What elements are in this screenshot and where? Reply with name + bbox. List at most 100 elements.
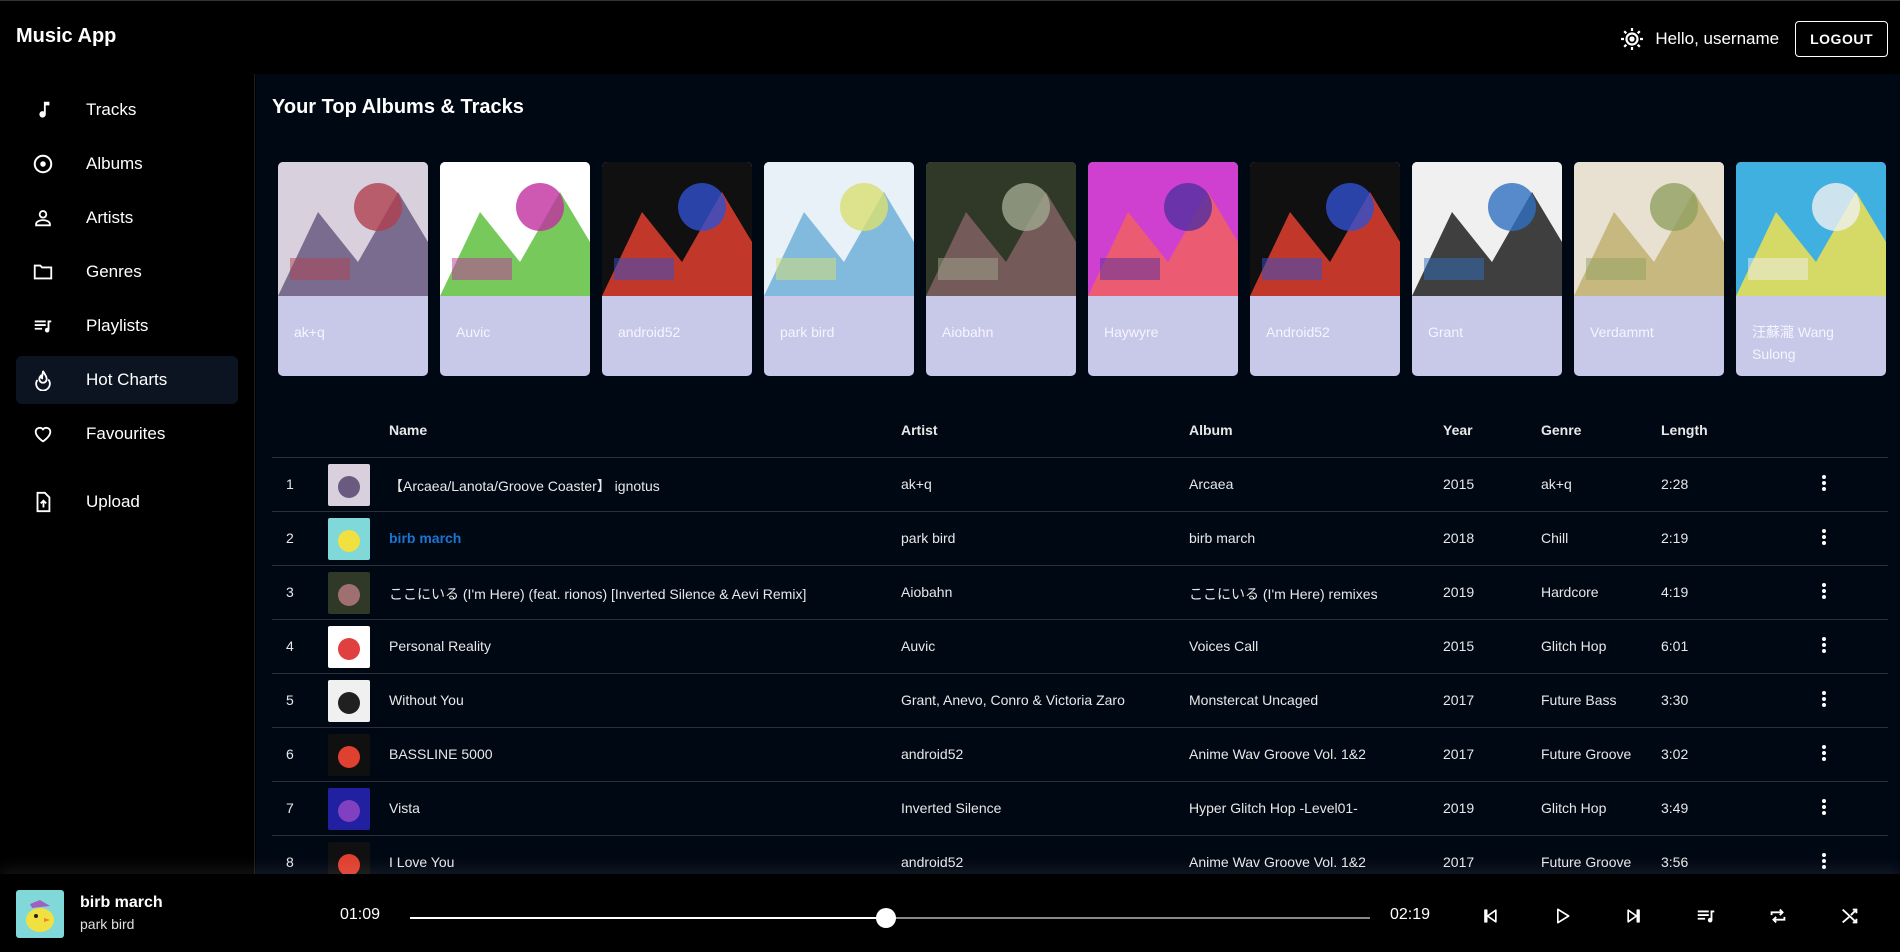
album-card[interactable]: Auvic	[440, 162, 590, 376]
more-vert-icon	[1821, 582, 1827, 605]
fire-icon	[30, 367, 56, 393]
more-options-button[interactable]	[1812, 850, 1836, 876]
table-row[interactable]: 4 Personal Reality Auvic Voices Call 2015 Gli…	[272, 620, 1888, 674]
person-icon	[30, 205, 56, 231]
track-genre: Future Groove	[1541, 854, 1632, 870]
seek-bar-thumb[interactable]	[876, 908, 897, 928]
album-card[interactable]: park bird	[764, 162, 914, 376]
track-genre: ak+q	[1541, 476, 1572, 492]
track-year: 2015	[1443, 476, 1475, 492]
sidebar-item-playlists[interactable]: Playlists	[16, 302, 238, 350]
seek-bar-fill	[410, 917, 887, 919]
track-name[interactable]: birb march	[389, 530, 461, 546]
track-number: 7	[286, 800, 294, 816]
playlist-icon	[30, 313, 56, 339]
track-genre: Glitch Hop	[1541, 800, 1607, 816]
sidebar-item-artists[interactable]: Artists	[16, 194, 238, 242]
more-options-button[interactable]	[1812, 472, 1836, 498]
more-options-button[interactable]	[1812, 580, 1836, 606]
album-card[interactable]: 汪蘇瀧 Wang Sulong	[1736, 162, 1886, 376]
next-track-button[interactable]	[1616, 900, 1652, 936]
track-thumbnail	[328, 626, 370, 668]
more-vert-icon	[1821, 852, 1827, 875]
track-name[interactable]: Vista	[389, 800, 420, 816]
logout-button[interactable]: LOGOUT	[1795, 21, 1888, 57]
more-options-button[interactable]	[1812, 796, 1836, 822]
sidebar-item-label: Favourites	[86, 424, 166, 443]
column-header-year[interactable]: Year	[1443, 422, 1473, 438]
album-card[interactable]: Android52	[1250, 162, 1400, 376]
track-artist: Auvic	[901, 638, 936, 654]
track-name[interactable]: 【Arcaea/Lanota/Groove Coaster】 ignotus	[389, 476, 660, 496]
repeat-button[interactable]	[1760, 900, 1796, 936]
album-artist-name: ak+q	[294, 324, 325, 340]
table-row[interactable]: 6 BASSLINE 5000 android52 Anime Wav Groove …	[272, 728, 1888, 782]
sidebar-item-label: Playlists	[86, 316, 149, 335]
track-thumbnail	[328, 788, 370, 830]
album-artist-name: android52	[618, 324, 681, 340]
more-options-button[interactable]	[1812, 634, 1836, 660]
table-row[interactable]: 1 【Arcaea/Lanota/Groove Coaster】 ignotus a…	[272, 458, 1888, 512]
table-row[interactable]: 2 birb march park bird birb march 2018 Chill 2…	[272, 512, 1888, 566]
track-year: 2017	[1443, 746, 1475, 762]
player-bar: birb march park bird 01:09 02:19	[0, 874, 1900, 952]
more-vert-icon	[1821, 474, 1827, 497]
album-card[interactable]: Aiobahn	[926, 162, 1076, 376]
sidebar-item-tracks[interactable]: Tracks	[16, 86, 238, 134]
seek-bar[interactable]	[410, 908, 1370, 928]
track-year: 2017	[1443, 854, 1475, 870]
track-thumbnail	[328, 518, 370, 560]
track-artist: park bird	[901, 530, 956, 546]
album-card[interactable]: Grant	[1412, 162, 1562, 376]
sidebar-item-label: Artists	[86, 208, 134, 227]
table-row[interactable]: 7 Vista Inverted Silence Hyper Glitch Hop -…	[272, 782, 1888, 836]
sidebar-item-favourites[interactable]: Favourites	[16, 410, 238, 458]
sidebar-item-hot-charts[interactable]: Hot Charts	[16, 356, 238, 404]
play-button[interactable]	[1544, 900, 1580, 936]
album-cover	[1250, 162, 1400, 296]
album-artist-name: Android52	[1266, 324, 1330, 340]
previous-track-button[interactable]	[1472, 900, 1508, 936]
track-name[interactable]: BASSLINE 5000	[389, 746, 493, 762]
album-card[interactable]: ak+q	[278, 162, 428, 376]
track-thumbnail	[328, 464, 370, 506]
more-options-button[interactable]	[1812, 526, 1836, 552]
track-name[interactable]: ここにいる (I'm Here) (feat. rionos) [Inverte…	[389, 584, 806, 604]
column-header-length[interactable]: Length	[1661, 422, 1708, 438]
track-number: 6	[286, 746, 294, 762]
album-artist-name: Aiobahn	[942, 324, 994, 340]
table-header: Name Artist Album Year Genre Length	[272, 400, 1888, 458]
table-row[interactable]: 5 Without You Grant, Anevo, Conro & Victor…	[272, 674, 1888, 728]
more-options-button[interactable]	[1812, 688, 1836, 714]
track-length: 3:30	[1661, 692, 1689, 708]
column-header-album[interactable]: Album	[1189, 422, 1233, 438]
queue-button[interactable]	[1688, 900, 1724, 936]
album-artist-name: 汪蘇瀧 Wang Sulong	[1752, 324, 1834, 362]
main-content: Your Top Albums & Tracks ak+q Auvic andr…	[256, 74, 1900, 890]
album-card[interactable]: Haywyre	[1088, 162, 1238, 376]
track-number: 4	[286, 638, 294, 654]
album-card[interactable]: android52	[602, 162, 752, 376]
shuffle-button[interactable]	[1832, 900, 1868, 936]
sidebar-item-albums[interactable]: Albums	[16, 140, 238, 188]
track-album: Monstercat Uncaged	[1189, 692, 1319, 708]
album-card[interactable]: Verdammt	[1574, 162, 1724, 376]
track-name[interactable]: Without You	[389, 692, 464, 708]
more-options-button[interactable]	[1812, 742, 1836, 768]
column-header-genre[interactable]: Genre	[1541, 422, 1581, 438]
album-cover	[1412, 162, 1562, 296]
sidebar-item-genres[interactable]: Genres	[16, 248, 238, 296]
queue-music-icon	[1695, 905, 1717, 932]
column-header-artist[interactable]: Artist	[901, 422, 938, 438]
column-header-name[interactable]: Name	[389, 422, 427, 438]
track-length: 2:28	[1661, 476, 1689, 492]
track-name[interactable]: Personal Reality	[389, 638, 491, 654]
sidebar-item-upload[interactable]: Upload	[16, 478, 238, 526]
track-name[interactable]: I Love You	[389, 854, 454, 870]
track-album: Anime Wav Groove Vol. 1&2	[1189, 746, 1366, 762]
theme-toggle-icon[interactable]	[1619, 26, 1645, 52]
sidebar-item-label: Albums	[86, 154, 143, 173]
album-cover	[440, 162, 590, 296]
table-row[interactable]: 3 ここにいる (I'm Here) (feat. rionos) [Invert…	[272, 566, 1888, 620]
track-year: 2018	[1443, 530, 1475, 546]
